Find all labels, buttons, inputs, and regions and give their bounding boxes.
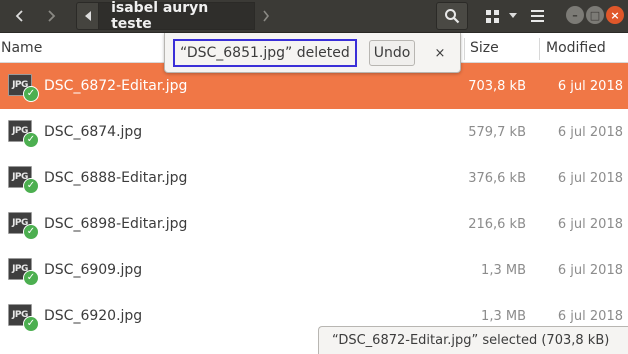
path-scroll-right-button[interactable] bbox=[255, 2, 277, 30]
path-bar: isabel auryn teste bbox=[76, 0, 277, 32]
file-name: DSC_6888-Editar.jpg bbox=[44, 170, 188, 186]
deleted-notification: “DSC_6851.jpg” deleted Undo × bbox=[164, 33, 461, 73]
minimize-button[interactable]: – bbox=[566, 6, 584, 24]
column-separator[interactable] bbox=[464, 38, 465, 60]
check-badge-icon: ✓ bbox=[23, 270, 39, 286]
close-notification-button[interactable]: × bbox=[429, 41, 451, 65]
close-window-button[interactable]: × bbox=[606, 6, 624, 24]
check-badge-icon: ✓ bbox=[23, 86, 39, 102]
file-row[interactable]: JPG ✓ DSC_6888-Editar.jpg 376,6 kB 6 jul… bbox=[0, 155, 628, 201]
file-modified: 6 jul 2018 bbox=[557, 216, 623, 232]
column-header-name[interactable]: Name bbox=[1, 33, 42, 63]
jpg-file-icon: JPG ✓ bbox=[8, 120, 39, 148]
grid-icon bbox=[485, 9, 499, 23]
jpg-file-icon: JPG ✓ bbox=[8, 74, 39, 102]
file-modified: 6 jul 2018 bbox=[557, 78, 623, 94]
header-bar: isabel auryn teste – □ × bbox=[0, 0, 628, 33]
path-segment-current[interactable]: isabel auryn teste bbox=[98, 0, 255, 32]
notification-message: “DSC_6851.jpg” deleted bbox=[173, 39, 357, 67]
file-size: 1,3 MB bbox=[481, 262, 526, 278]
triangle-left-icon bbox=[84, 11, 91, 21]
file-row[interactable]: JPG ✓ DSC_6898-Editar.jpg 216,6 kB 6 jul… bbox=[0, 201, 628, 247]
search-button[interactable] bbox=[436, 2, 468, 30]
file-modified: 6 jul 2018 bbox=[557, 124, 623, 140]
file-size: 376,6 kB bbox=[468, 170, 526, 186]
undo-button[interactable]: Undo bbox=[369, 40, 415, 66]
jpg-file-icon: JPG ✓ bbox=[8, 304, 39, 332]
file-modified: 6 jul 2018 bbox=[557, 262, 623, 278]
hamburger-menu-icon bbox=[530, 10, 544, 22]
check-badge-icon: ✓ bbox=[23, 316, 39, 332]
jpg-file-icon: JPG ✓ bbox=[8, 166, 39, 194]
check-badge-icon: ✓ bbox=[23, 224, 39, 240]
chevron-right-icon bbox=[263, 10, 270, 22]
column-separator[interactable] bbox=[539, 38, 540, 60]
jpg-file-icon: JPG ✓ bbox=[8, 258, 39, 286]
chevron-left-icon bbox=[15, 10, 23, 22]
chevron-down-icon bbox=[509, 13, 517, 18]
file-name: DSC_6898-Editar.jpg bbox=[44, 216, 188, 232]
chevron-right-icon bbox=[48, 10, 56, 22]
menu-button[interactable] bbox=[524, 2, 550, 30]
file-size: 703,8 kB bbox=[468, 78, 526, 94]
column-header-size[interactable]: Size bbox=[470, 33, 499, 63]
jpg-file-icon: JPG ✓ bbox=[8, 212, 39, 240]
file-size: 579,7 kB bbox=[468, 124, 526, 140]
file-row[interactable]: JPG ✓ DSC_6874.jpg 579,7 kB 6 jul 2018 bbox=[0, 109, 628, 155]
maximize-button[interactable]: □ bbox=[586, 6, 604, 24]
file-row[interactable]: JPG ✓ DSC_6909.jpg 1,3 MB 6 jul 2018 bbox=[0, 247, 628, 293]
check-badge-icon: ✓ bbox=[23, 132, 39, 148]
file-size: 216,6 kB bbox=[468, 216, 526, 232]
view-options-button[interactable] bbox=[506, 2, 520, 30]
file-name: DSC_6909.jpg bbox=[44, 262, 143, 278]
selection-status: “DSC_6872-Editar.jpg” selected (703,8 kB… bbox=[318, 326, 628, 354]
file-list: JPG ✓ DSC_6872-Editar.jpg 703,8 kB 6 jul… bbox=[0, 63, 628, 339]
file-name: DSC_6920.jpg bbox=[44, 308, 143, 324]
forward-button[interactable] bbox=[37, 2, 65, 30]
path-scroll-left-button[interactable] bbox=[76, 2, 99, 30]
view-toggle-button[interactable] bbox=[478, 2, 506, 30]
column-header-modified[interactable]: Modified bbox=[546, 33, 606, 63]
back-button[interactable] bbox=[6, 2, 34, 30]
search-icon bbox=[445, 9, 460, 24]
file-modified: 6 jul 2018 bbox=[557, 170, 623, 186]
check-badge-icon: ✓ bbox=[23, 178, 39, 194]
file-name: DSC_6874.jpg bbox=[44, 124, 143, 140]
